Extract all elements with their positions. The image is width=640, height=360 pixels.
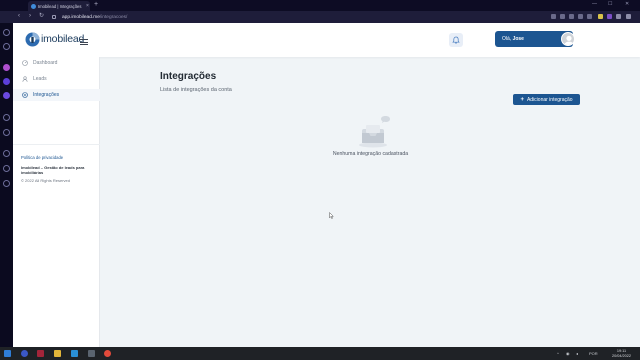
clock[interactable]: 19:11 20/04/2022 — [612, 349, 631, 358]
extension-icon[interactable] — [569, 14, 574, 19]
logo[interactable]: imobilead — [25, 30, 84, 47]
messenger-icon[interactable] — [3, 64, 10, 71]
lock-icon — [52, 15, 56, 19]
home-icon[interactable] — [3, 29, 10, 36]
clock-date: 20/04/2022 — [612, 353, 632, 358]
sidebar-item-leads[interactable]: Leads — [13, 73, 100, 85]
reload-icon[interactable]: ↻ — [39, 13, 44, 20]
page-title: Integrações — [160, 71, 217, 82]
add-integration-label: Adicionar integração — [526, 96, 573, 103]
app-icon[interactable] — [3, 92, 10, 99]
bag-icon[interactable] — [3, 43, 10, 50]
extension-icon[interactable] — [616, 14, 621, 19]
history-icon[interactable] — [3, 150, 10, 157]
extension-icon[interactable] — [551, 14, 556, 19]
plus-icon: + — [520, 96, 524, 103]
browser-toolbar: ‹ › ↻ app.imobilead.me/integracoes/ — [0, 11, 640, 23]
menu-icon[interactable] — [80, 39, 88, 45]
footer-rights: © 2022 All Rights Reserved — [21, 178, 70, 183]
main-content: Integrações Lista de integrações da cont… — [160, 71, 232, 93]
user-icon — [22, 76, 28, 82]
url-text: app.imobilead.me/integracoes/ — [62, 14, 128, 20]
volume-icon[interactable]: ◂ — [576, 351, 578, 356]
address-bar[interactable]: app.imobilead.me/integracoes/ — [52, 13, 542, 21]
app-icon[interactable] — [88, 350, 95, 357]
empty-state-message: Nenhuma integração cadastrada — [332, 151, 409, 157]
tab-close-icon[interactable]: × — [86, 3, 89, 9]
maximize-button[interactable]: ☐ — [608, 1, 612, 7]
user-silhouette-icon — [564, 35, 574, 45]
bell-icon — [452, 36, 460, 44]
windows-start-icon[interactable] — [4, 350, 11, 357]
empty-inbox-icon — [359, 116, 390, 148]
logo-icon — [25, 32, 40, 47]
user-menu[interactable]: Olá, Jose — [495, 31, 575, 47]
tray-chevron-icon[interactable]: ^ — [557, 351, 559, 356]
divider — [13, 144, 100, 145]
app-sidebar: Dashboard Leads Integrações Política de … — [13, 57, 100, 347]
app-icon[interactable] — [21, 350, 28, 357]
language-indicator[interactable]: POR — [589, 351, 598, 356]
app-header: imobilead Olá, Jose — [13, 23, 640, 57]
minimize-button[interactable]: — — [592, 1, 597, 7]
chrome-icon[interactable] — [104, 350, 111, 357]
extension-icon[interactable] — [587, 14, 592, 19]
page-subtitle: Lista de integrações da conta — [160, 87, 232, 93]
extension-icon[interactable] — [560, 14, 565, 19]
browser-tab-strip: Imobilead | Integrações × + — ☐ ✕ — [0, 0, 640, 11]
browser-sidebar — [0, 23, 13, 347]
folder-icon[interactable] — [54, 350, 61, 357]
mouse-cursor-icon — [329, 212, 334, 219]
player-icon[interactable] — [3, 114, 10, 121]
sidebar-item-label: Leads — [33, 76, 47, 82]
menu-dots-icon[interactable] — [626, 14, 631, 19]
notifications-button[interactable] — [449, 33, 463, 47]
forward-icon[interactable]: › — [29, 13, 31, 20]
browser-tab[interactable]: Imobilead | Integrações × — [28, 1, 90, 11]
avatar[interactable] — [561, 32, 575, 46]
extension-icon[interactable] — [598, 14, 603, 19]
box-icon[interactable] — [3, 165, 10, 172]
footer-company: Imobilead – Gestão de leads para imobili… — [21, 165, 85, 175]
network-icon[interactable]: ◉ — [566, 351, 570, 356]
sidebar-item-label: Dashboard — [33, 60, 58, 66]
app-icon[interactable] — [3, 78, 10, 85]
extension-icon[interactable] — [578, 14, 583, 19]
bookmark-icon[interactable] — [3, 129, 10, 136]
edge-icon[interactable] — [71, 350, 78, 357]
sidebar-item-label: Integrações — [33, 92, 60, 98]
greeting: Olá, Jose — [502, 36, 524, 42]
app-icon[interactable] — [37, 350, 44, 357]
sidebar-item-integracoes[interactable]: Integrações — [13, 89, 100, 101]
taskbar: ^ ◉ ◂ POR 19:11 20/04/2022 — [0, 347, 640, 360]
dashboard-icon — [22, 60, 28, 66]
privacy-policy-link[interactable]: Política de privacidade — [21, 155, 63, 160]
settings-icon[interactable] — [3, 180, 10, 187]
sidebar-item-dashboard[interactable]: Dashboard — [13, 57, 100, 69]
close-window-button[interactable]: ✕ — [625, 1, 629, 7]
web-page: imobilead Olá, Jose Dashboard Leads Inte… — [13, 23, 640, 347]
extension-icon[interactable] — [607, 14, 612, 19]
favicon-icon — [31, 3, 36, 9]
tab-title: Imobilead | Integrações — [38, 3, 82, 9]
plus-circle-icon — [22, 92, 28, 98]
add-integration-button[interactable]: + Adicionar integração — [513, 94, 580, 105]
logo-text: imobilead — [41, 32, 85, 45]
back-icon[interactable]: ‹ — [18, 13, 20, 20]
new-tab-button[interactable]: + — [94, 1, 98, 9]
